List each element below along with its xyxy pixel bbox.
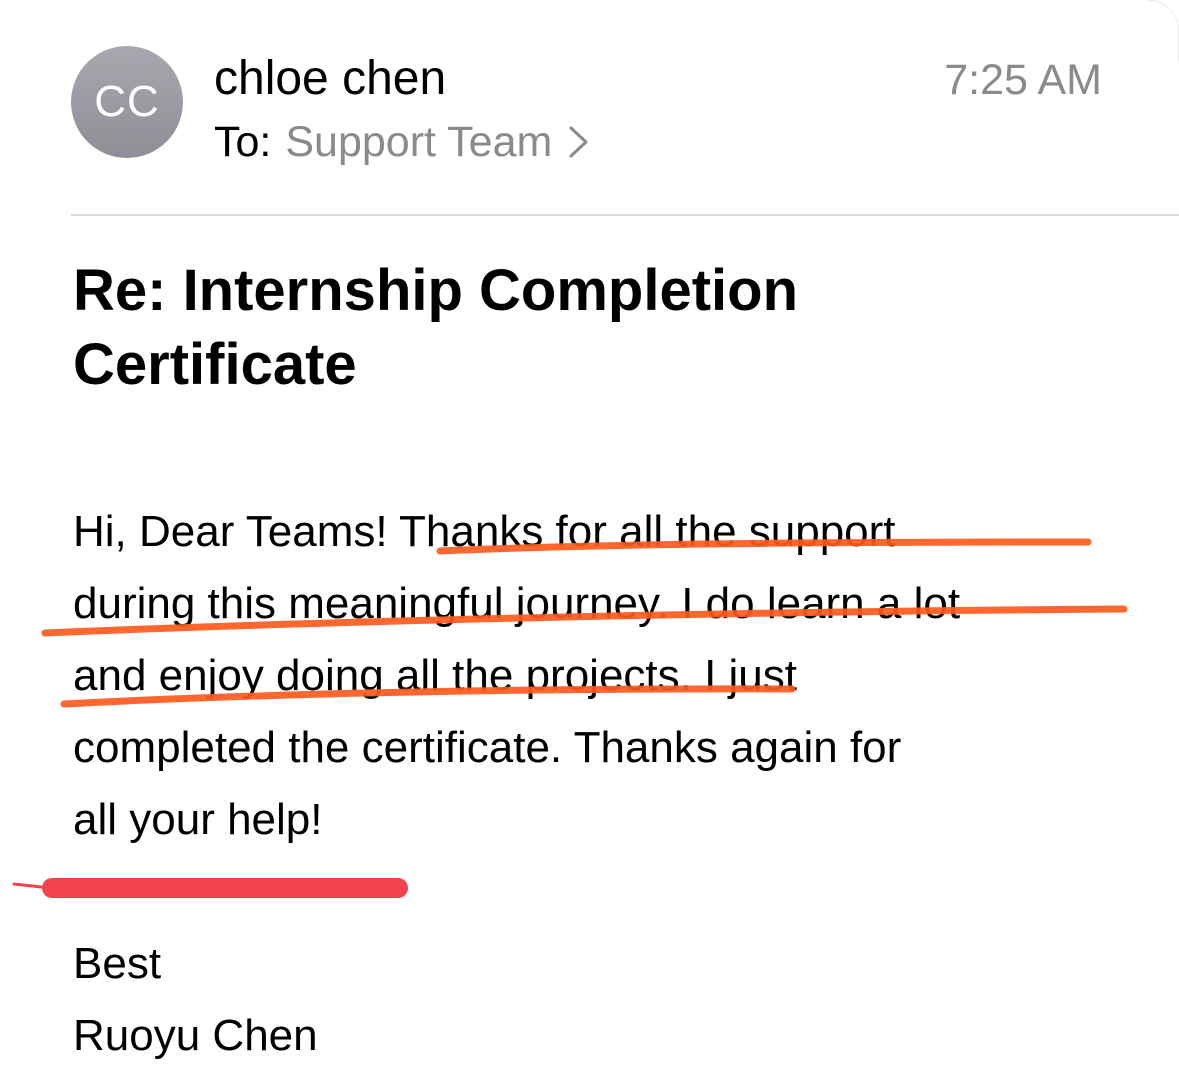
email-subject: Re: Internship Completion Certificate [73,254,1073,402]
email-body: Hi, Dear Teams! Thanks for all the suppo… [73,496,1093,856]
header-divider [71,214,1179,216]
body-line: all your help! [73,795,323,844]
recipient-label: To: [214,118,272,166]
recipient-row[interactable]: To: Support Team [214,116,592,168]
body-line: Hi, Dear Teams! Thanks for all the suppo… [73,507,896,556]
signature-name: Ruoyu Chen [73,1011,318,1060]
avatar[interactable]: CC [71,46,183,158]
subject-line-2: Certificate [73,332,357,397]
body-line: and enjoy doing all the projects. I just [73,651,798,700]
sender-name[interactable]: chloe chen [214,50,446,108]
body-line: during this meaningful journey. I do lea… [73,579,961,628]
email-signature: Best Ruoyu Chen [73,928,318,1072]
avatar-initials: CC [94,77,160,126]
timestamp: 7:25 AM [944,56,1102,104]
recipient-name[interactable]: Support Team [285,116,552,168]
body-line: completed the certificate. Thanks again … [73,723,902,772]
card-corner [1148,0,1179,61]
signature-closing: Best [73,939,162,988]
signature-separator-mark [12,882,52,890]
subject-line-1: Re: Internship Completion [73,258,798,323]
chevron-right-icon[interactable] [566,125,592,159]
